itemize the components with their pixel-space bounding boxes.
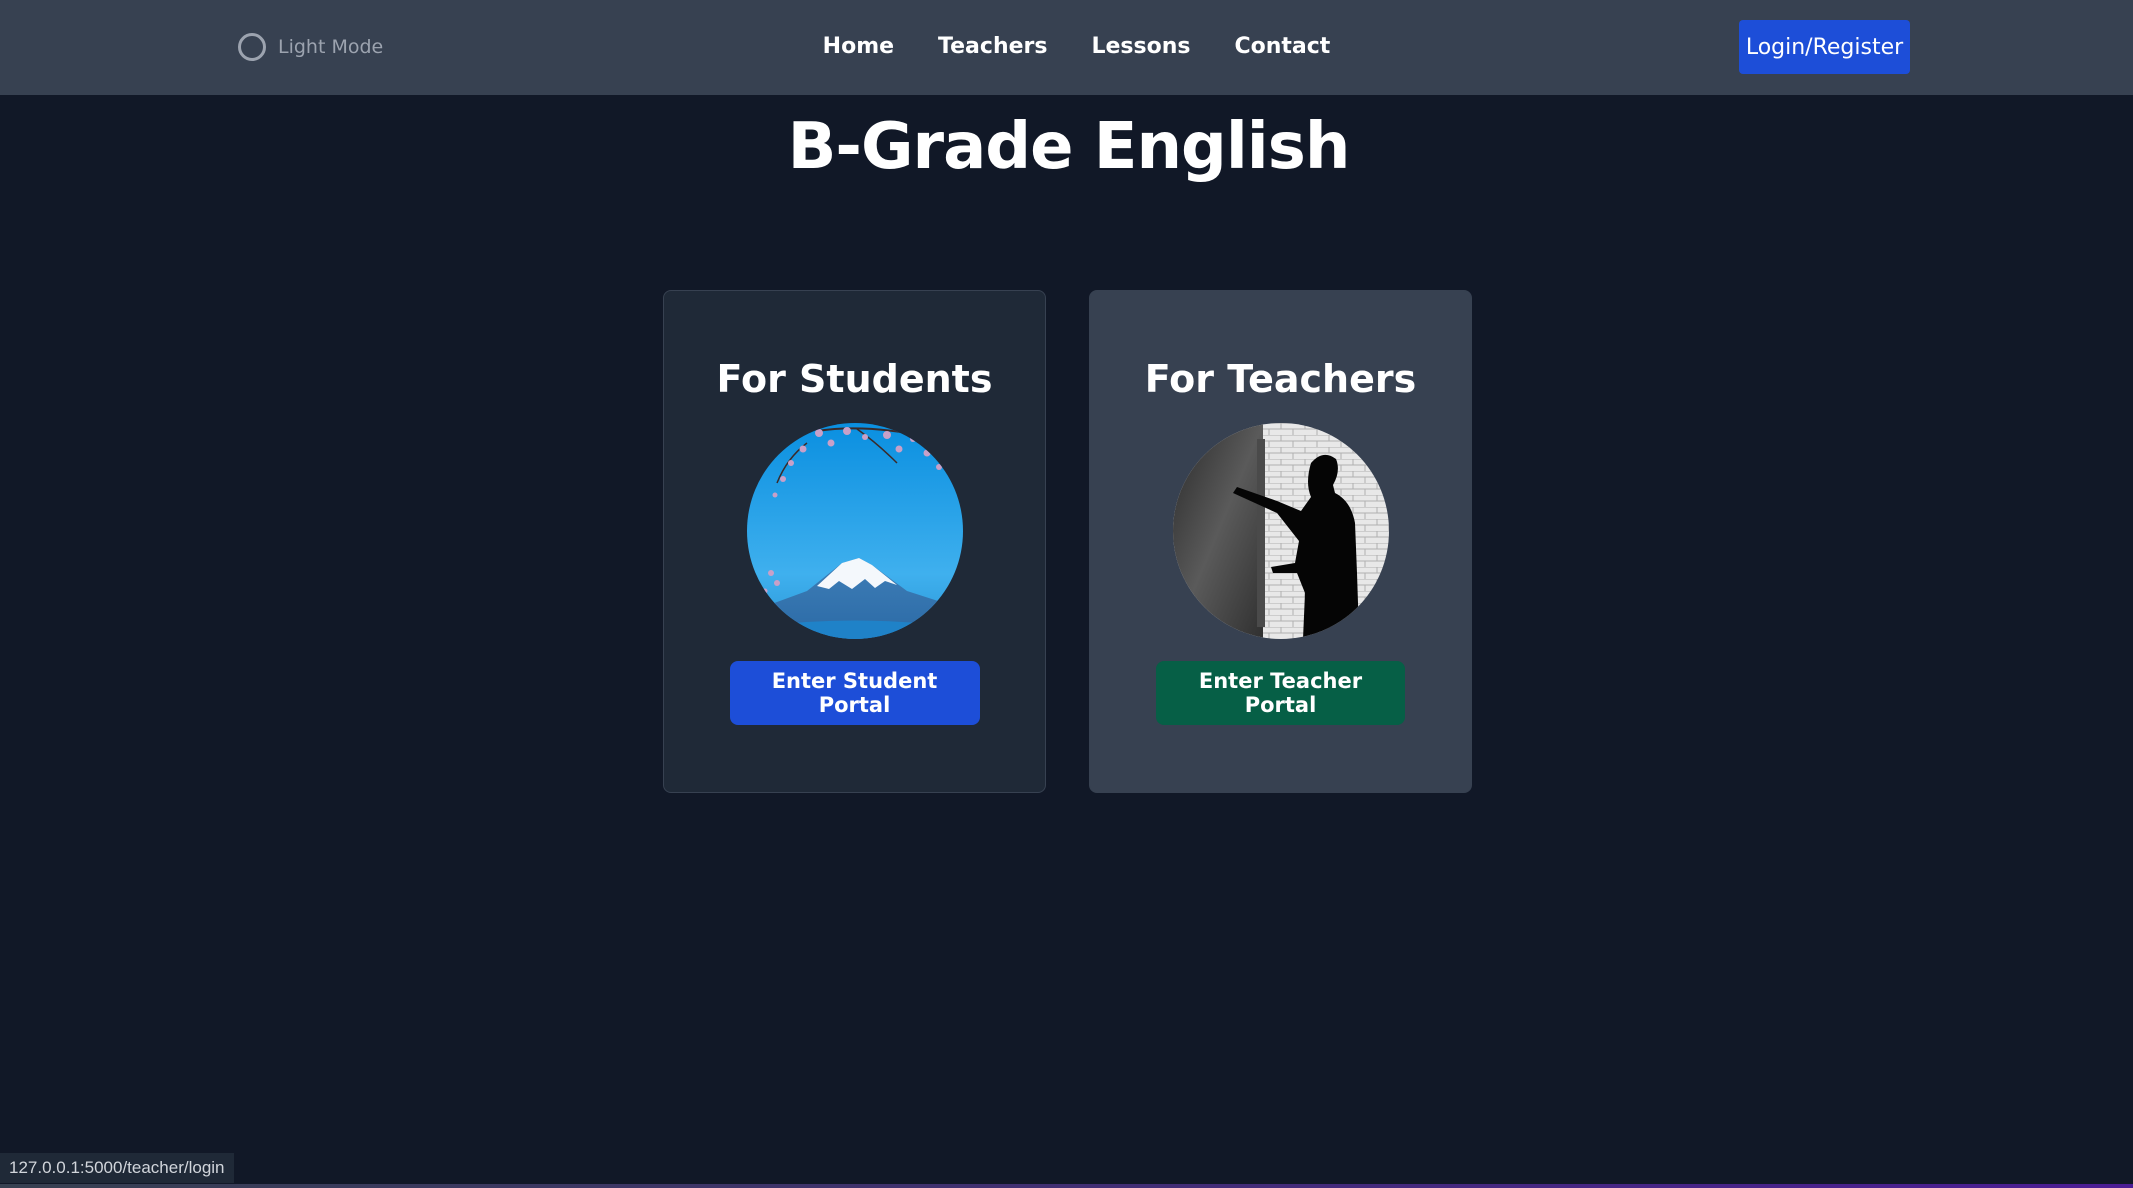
status-bar-url: 127.0.0.1:5000/teacher/login [0,1153,234,1183]
students-card-heading: For Students [716,357,993,401]
teacher-silhouette-image [1172,423,1389,639]
bottom-divider [0,1184,2133,1188]
enter-student-portal-button[interactable]: Enter Student Portal [729,661,980,725]
nav-link-teachers[interactable]: Teachers [938,30,1047,64]
navbar: Light Mode Home Teachers Lessons Contact… [0,0,2133,95]
mount-fuji-image [746,423,963,639]
login-register-button[interactable]: Login/Register [1739,20,1910,74]
nav-link-contact[interactable]: Contact [1234,30,1330,64]
teachers-card-heading: For Teachers [1144,357,1417,401]
teachers-card: For Teachers Enter Teacher Portal [1089,290,1472,793]
nav-link-home[interactable]: Home [823,30,894,64]
students-card: For Students Enter Student Portal [663,290,1046,793]
enter-teacher-portal-button[interactable]: Enter Teacher Portal [1156,661,1405,725]
nav-link-lessons[interactable]: Lessons [1091,30,1190,64]
page-title: B-Grade English [787,110,1351,184]
